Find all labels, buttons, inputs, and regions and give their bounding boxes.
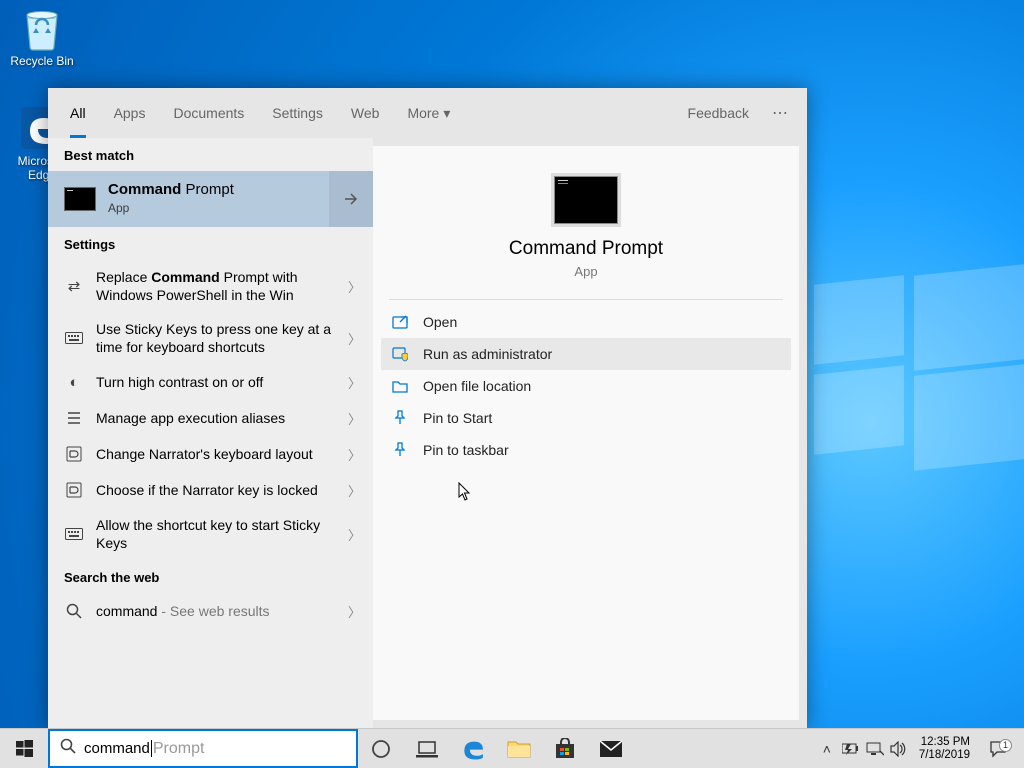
tab-settings[interactable]: Settings (258, 88, 337, 138)
section-settings: Settings (48, 227, 373, 260)
action-pin-to-taskbar[interactable]: Pin to taskbar (381, 434, 791, 466)
tab-apps[interactable]: Apps (100, 88, 160, 138)
start-button[interactable] (0, 729, 48, 768)
taskbar-app-edge[interactable] (450, 729, 496, 768)
pin-icon (391, 441, 409, 459)
windows-logo-icon (16, 740, 33, 757)
preview-subtitle: App (373, 264, 799, 279)
tray-action-center[interactable]: 1 (978, 740, 1018, 758)
recycle-bin-icon (18, 4, 66, 52)
feedback-link[interactable]: Feedback (674, 88, 763, 138)
keyboard-icon (64, 524, 84, 544)
desktop: Recycle Bin Microsoft Edge All Apps Docu… (0, 0, 1024, 768)
tray-volume-icon[interactable] (887, 729, 911, 768)
aliases-icon (64, 408, 84, 428)
tab-more[interactable]: More▾ (393, 88, 464, 138)
taskbar-search-box[interactable]: commandPrompt (48, 729, 358, 768)
search-query-text: command (84, 740, 150, 757)
result-preview-pane: Command Prompt App Open Run as administr… (373, 146, 799, 720)
taskbar-app-store[interactable] (542, 729, 588, 768)
text-caret (151, 740, 152, 757)
search-results-list: Best match Command Prompt App Settings ⇄… (48, 138, 373, 728)
action-run-as-admin[interactable]: Run as administrator (381, 338, 791, 370)
chevron-right-icon: 〉 (348, 373, 361, 392)
folder-icon (391, 377, 409, 395)
action-pin-to-start[interactable]: Pin to Start (381, 402, 791, 434)
expand-arrow-icon[interactable] (329, 171, 373, 227)
narrator-icon (64, 444, 84, 464)
tray-clock[interactable]: 12:35 PM 7/18/2019 (911, 736, 978, 762)
notification-count-badge: 1 (999, 739, 1012, 752)
tab-web[interactable]: Web (337, 88, 394, 138)
taskbar-app-file-explorer[interactable] (496, 729, 542, 768)
chevron-right-icon: 〉 (348, 329, 361, 348)
open-icon (391, 313, 409, 331)
chevron-right-icon: 〉 (348, 277, 361, 296)
settings-result[interactable]: Use Sticky Keys to press one key at a ti… (48, 312, 373, 364)
preview-title: Command Prompt (373, 238, 799, 260)
chevron-right-icon: 〉 (348, 445, 361, 464)
chevron-down-icon: ▾ (443, 105, 450, 122)
start-search-panel: All Apps Documents Settings Web More▾ Fe… (48, 88, 807, 728)
divider (389, 299, 783, 300)
cmd-icon (64, 187, 96, 211)
desktop-icon-recycle-bin[interactable]: Recycle Bin (4, 4, 80, 68)
contrast-icon: ◐ (64, 372, 84, 392)
narrator-icon (64, 480, 84, 500)
action-open[interactable]: Open (381, 306, 791, 338)
admin-shield-icon (391, 345, 409, 363)
search-icon (60, 738, 76, 759)
pin-icon (391, 409, 409, 427)
chevron-right-icon: 〉 (348, 525, 361, 544)
swap-icon: ⇄ (64, 276, 84, 296)
keyboard-icon (64, 328, 84, 348)
task-view-button[interactable] (404, 729, 450, 768)
chevron-right-icon: 〉 (348, 409, 361, 428)
more-options-button[interactable]: ⋯ (763, 103, 799, 123)
section-best-match: Best match (48, 138, 373, 171)
settings-result[interactable]: ⇄ Replace Command Prompt with Windows Po… (48, 260, 373, 312)
taskbar-app-mail[interactable] (588, 729, 634, 768)
chevron-right-icon: 〉 (348, 481, 361, 500)
cortana-button[interactable] (358, 729, 404, 768)
settings-result[interactable]: ◐ Turn high contrast on or off 〉 (48, 364, 373, 400)
tray-network-icon[interactable] (863, 729, 887, 768)
settings-result[interactable]: Allow the shortcut key to start Sticky K… (48, 508, 373, 560)
action-open-file-location[interactable]: Open file location (381, 370, 791, 402)
wallpaper-windows-logo (814, 270, 1024, 480)
section-search-web: Search the web (48, 560, 373, 593)
search-scope-tabs: All Apps Documents Settings Web More▾ Fe… (48, 88, 807, 138)
chevron-right-icon: 〉 (348, 602, 361, 621)
tab-documents[interactable]: Documents (159, 88, 258, 138)
settings-result[interactable]: Change Narrator's keyboard layout 〉 (48, 436, 373, 472)
settings-result[interactable]: Manage app execution aliases 〉 (48, 400, 373, 436)
search-autocomplete-hint: Prompt (153, 740, 205, 758)
cmd-icon (554, 176, 618, 224)
tab-all[interactable]: All (56, 88, 100, 138)
settings-result[interactable]: Choose if the Narrator key is locked 〉 (48, 472, 373, 508)
taskbar: commandPrompt ˄ 12:35 PM 7/18/2019 1 (0, 728, 1024, 768)
tray-power-icon[interactable] (839, 729, 863, 768)
best-match-result[interactable]: Command Prompt App (48, 171, 373, 227)
search-icon (64, 601, 84, 621)
tray-chevron-up-icon[interactable]: ˄ (815, 729, 839, 768)
desktop-icon-label: Recycle Bin (4, 54, 80, 68)
web-search-result[interactable]: command - See web results 〉 (48, 593, 373, 629)
